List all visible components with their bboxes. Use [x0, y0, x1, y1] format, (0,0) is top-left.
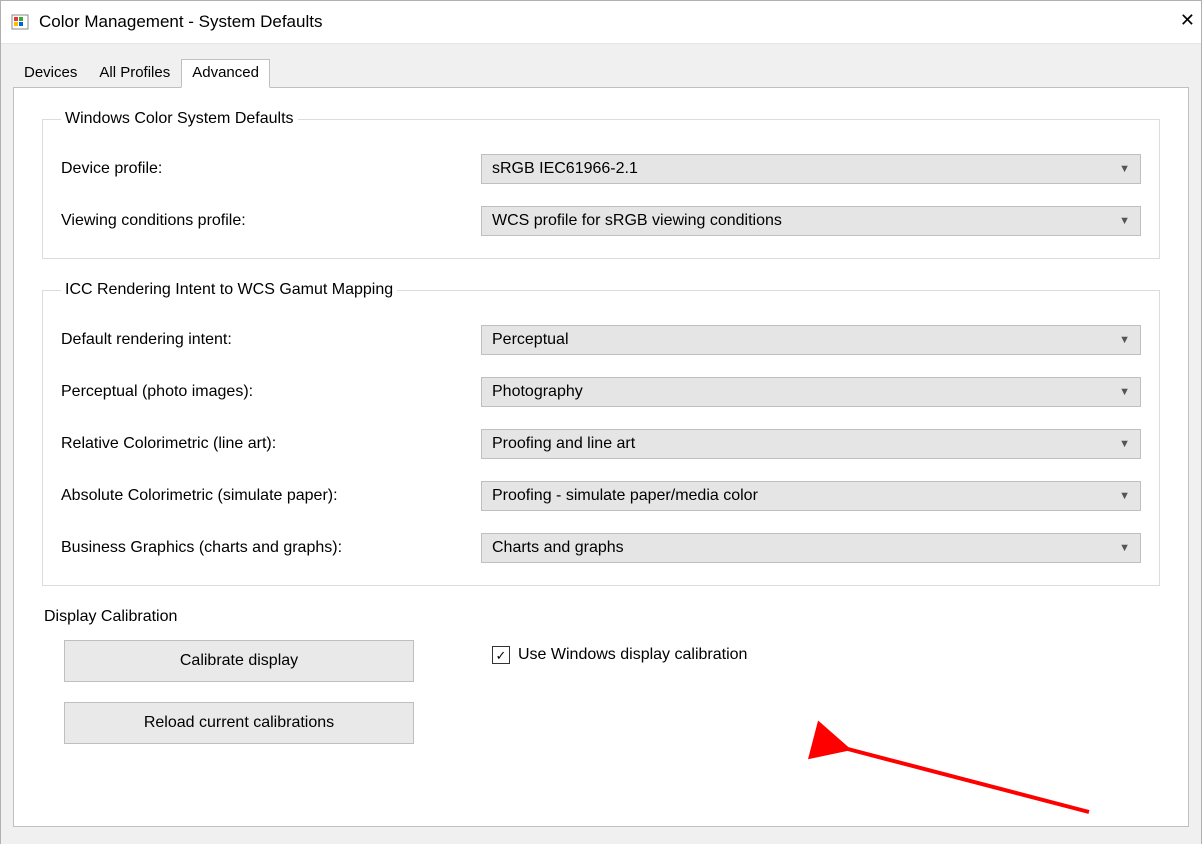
- default-intent-value: Perceptual: [492, 331, 569, 349]
- group-windows-color-system-defaults: Windows Color System Defaults Device pro…: [42, 110, 1160, 259]
- row-business-graphics: Business Graphics (charts and graphs): C…: [61, 533, 1141, 563]
- relative-value: Proofing and line art: [492, 435, 635, 453]
- titlebar: Color Management - System Defaults ✕: [1, 1, 1201, 44]
- absolute-combo[interactable]: Proofing - simulate paper/media color ▼: [481, 481, 1141, 511]
- tab-devices[interactable]: Devices: [13, 59, 88, 88]
- perceptual-label: Perceptual (photo images):: [61, 383, 481, 401]
- display-calibration-legend: Display Calibration: [44, 608, 1160, 626]
- reload-calibrations-button[interactable]: Reload current calibrations: [64, 702, 414, 744]
- chevron-down-icon: ▼: [1119, 334, 1130, 346]
- display-calibration-area: Calibrate display Reload current calibra…: [42, 636, 1160, 744]
- chevron-down-icon: ▼: [1119, 542, 1130, 554]
- close-icon[interactable]: ✕: [1180, 11, 1195, 29]
- app-icon: [11, 12, 31, 32]
- business-label: Business Graphics (charts and graphs):: [61, 539, 481, 557]
- perceptual-combo[interactable]: Photography ▼: [481, 377, 1141, 407]
- row-default-rendering-intent: Default rendering intent: Perceptual ▼: [61, 325, 1141, 355]
- group-legend: ICC Rendering Intent to WCS Gamut Mappin…: [61, 281, 397, 299]
- default-intent-label: Default rendering intent:: [61, 331, 481, 349]
- chevron-down-icon: ▼: [1119, 438, 1130, 450]
- viewing-conditions-combo[interactable]: WCS profile for sRGB viewing conditions …: [481, 206, 1141, 236]
- row-device-profile: Device profile: sRGB IEC61966-2.1 ▼: [61, 154, 1141, 184]
- relative-label: Relative Colorimetric (line art):: [61, 435, 481, 453]
- window-title: Color Management - System Defaults: [39, 12, 322, 32]
- device-profile-combo[interactable]: sRGB IEC61966-2.1 ▼: [481, 154, 1141, 184]
- perceptual-value: Photography: [492, 383, 583, 401]
- absolute-label: Absolute Colorimetric (simulate paper):: [61, 487, 481, 505]
- row-viewing-conditions: Viewing conditions profile: WCS profile …: [61, 206, 1141, 236]
- device-profile-label: Device profile:: [61, 160, 481, 178]
- use-windows-calibration-row: ✓ Use Windows display calibration: [492, 646, 747, 664]
- absolute-value: Proofing - simulate paper/media color: [492, 487, 758, 505]
- color-management-window: Color Management - System Defaults ✕ Dev…: [0, 0, 1202, 844]
- viewing-conditions-value: WCS profile for sRGB viewing conditions: [492, 212, 782, 230]
- business-value: Charts and graphs: [492, 539, 624, 557]
- relative-combo[interactable]: Proofing and line art ▼: [481, 429, 1141, 459]
- chevron-down-icon: ▼: [1119, 386, 1130, 398]
- business-combo[interactable]: Charts and graphs ▼: [481, 533, 1141, 563]
- chevron-down-icon: ▼: [1119, 163, 1130, 175]
- use-windows-calibration-checkbox[interactable]: ✓: [492, 646, 510, 664]
- tabstrip: Devices All Profiles Advanced: [1, 44, 1201, 87]
- chevron-down-icon: ▼: [1119, 215, 1130, 227]
- client-area: Devices All Profiles Advanced Windows Co…: [1, 44, 1201, 844]
- tabpage-advanced: Windows Color System Defaults Device pro…: [13, 87, 1189, 827]
- viewing-conditions-label: Viewing conditions profile:: [61, 212, 481, 230]
- chevron-down-icon: ▼: [1119, 490, 1130, 502]
- row-absolute-colorimetric: Absolute Colorimetric (simulate paper): …: [61, 481, 1141, 511]
- device-profile-value: sRGB IEC61966-2.1: [492, 160, 638, 178]
- row-perceptual: Perceptual (photo images): Photography ▼: [61, 377, 1141, 407]
- calibrate-display-button[interactable]: Calibrate display: [64, 640, 414, 682]
- tab-advanced[interactable]: Advanced: [181, 59, 270, 88]
- default-intent-combo[interactable]: Perceptual ▼: [481, 325, 1141, 355]
- use-windows-calibration-label: Use Windows display calibration: [518, 646, 747, 664]
- tab-all-profiles[interactable]: All Profiles: [88, 59, 181, 88]
- row-relative-colorimetric: Relative Colorimetric (line art): Proofi…: [61, 429, 1141, 459]
- calibration-buttons: Calibrate display Reload current calibra…: [64, 640, 414, 744]
- group-legend: Windows Color System Defaults: [61, 110, 298, 128]
- group-icc-rendering-intent: ICC Rendering Intent to WCS Gamut Mappin…: [42, 281, 1160, 586]
